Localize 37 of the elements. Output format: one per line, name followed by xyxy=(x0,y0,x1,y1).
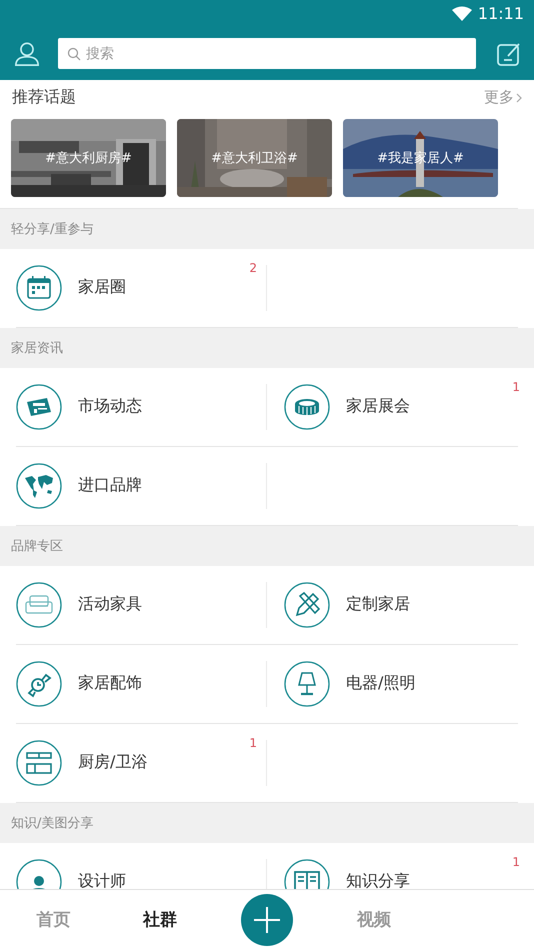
category-item[interactable]: 厨房/卫浴 xyxy=(78,752,148,774)
sofa-icon xyxy=(16,582,62,628)
status-time: 11:11 xyxy=(478,4,524,24)
category-item[interactable]: 知识分享 xyxy=(346,871,410,890)
category-item[interactable]: 定制家居 xyxy=(346,594,410,616)
cabinet-icon xyxy=(16,740,62,786)
section-title: 品牌专区 xyxy=(11,538,63,555)
category-item[interactable]: 家居配饰 xyxy=(78,673,142,694)
section-title: 轻分享/重参与 xyxy=(11,220,94,238)
count-label: 1 xyxy=(512,380,520,394)
chevron-icon xyxy=(516,92,522,103)
pencil-ruler-icon xyxy=(284,582,330,628)
category-item[interactable]: 家居圈 xyxy=(78,277,126,298)
watch-icon xyxy=(16,660,62,707)
plus-icon xyxy=(252,904,282,935)
count-label: 1 xyxy=(512,854,520,869)
category-item[interactable]: 活动家具 xyxy=(78,594,142,616)
section-title: 知识/美图分享 xyxy=(11,814,94,832)
section-title: 家居资讯 xyxy=(11,340,63,357)
newspaper-icon xyxy=(16,384,62,430)
category-item[interactable]: 进口品牌 xyxy=(78,475,142,496)
category-item[interactable]: 市场动态 xyxy=(78,396,142,418)
search-field[interactable]: 搜索 xyxy=(58,38,476,70)
calendar-icon xyxy=(16,264,62,311)
category-item[interactable]: 电器/照明 xyxy=(346,673,416,694)
stadium-icon xyxy=(284,384,330,430)
nav-tab[interactable]: 社群 xyxy=(106,900,214,940)
edit-icon[interactable] xyxy=(496,40,522,67)
count-label: 2 xyxy=(249,260,257,275)
wifi-icon xyxy=(452,6,472,22)
category-item[interactable]: 家居展会 xyxy=(346,396,410,418)
count-label: 1 xyxy=(249,736,257,750)
lamp-icon xyxy=(284,660,330,707)
user-icon[interactable] xyxy=(14,40,40,67)
globe-icon xyxy=(16,462,62,509)
category-item[interactable]: 设计师 xyxy=(78,871,126,890)
section-title: 推荐话题 xyxy=(12,87,76,108)
